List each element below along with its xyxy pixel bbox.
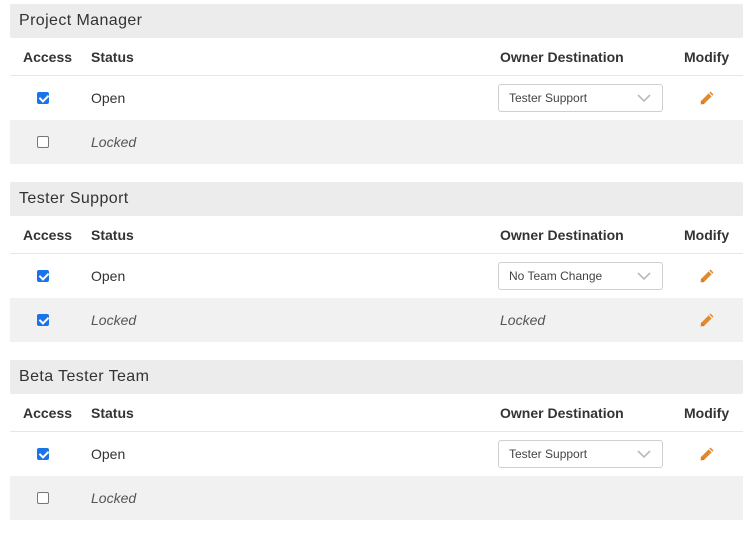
status-text: Locked (91, 134, 137, 150)
access-checkbox[interactable] (37, 92, 49, 104)
owner-destination-select[interactable]: No Team Change (498, 262, 663, 290)
section-beta-tester-team: Beta Tester Team Access Status Owner Des… (10, 360, 743, 520)
access-checkbox[interactable] (37, 314, 49, 326)
access-column-header: Access (23, 404, 73, 421)
status-text: Locked (91, 490, 137, 506)
access-checkbox[interactable] (37, 270, 49, 282)
owner-destination-value: No Team Change (509, 269, 603, 283)
table-header: Access Status Owner Destination Modify (10, 394, 743, 432)
owner-destination-select[interactable]: Tester Support (498, 440, 663, 468)
status-column-header: Status (91, 404, 134, 421)
pencil-icon[interactable] (699, 446, 715, 462)
pencil-icon[interactable] (699, 312, 715, 328)
owner-destination-column-header: Owner Destination (500, 226, 624, 243)
chevron-down-icon (637, 272, 651, 281)
owner-destination-text: Locked (500, 312, 546, 328)
table-row: Locked Locked (10, 298, 743, 342)
table-row: Open No Team Change (10, 254, 743, 298)
section-tester-support: Tester Support Access Status Owner Desti… (10, 182, 743, 342)
section-title: Project Manager (10, 4, 743, 38)
status-text: Open (91, 90, 126, 106)
owner-destination-value: Tester Support (509, 91, 588, 105)
section-project-manager: Project Manager Access Status Owner Dest… (10, 4, 743, 164)
section-title: Tester Support (10, 182, 743, 216)
owner-destination-column-header: Owner Destination (500, 48, 624, 65)
chevron-down-icon (637, 450, 651, 459)
status-column-header: Status (91, 48, 134, 65)
access-column-header: Access (23, 226, 73, 243)
access-checkbox[interactable] (37, 448, 49, 460)
table-row: Open Tester Support (10, 432, 743, 476)
owner-destination-column-header: Owner Destination (500, 404, 624, 421)
modify-column-header: Modify (684, 48, 730, 65)
owner-destination-select[interactable]: Tester Support (498, 84, 663, 112)
access-checkbox[interactable] (37, 492, 49, 504)
table-row: Open Tester Support (10, 76, 743, 120)
modify-column-header: Modify (684, 226, 730, 243)
pencil-icon[interactable] (699, 268, 715, 284)
table-row: Locked (10, 120, 743, 164)
table-row: Locked (10, 476, 743, 520)
modify-column-header: Modify (684, 404, 730, 421)
owner-destination-value: Tester Support (509, 447, 588, 461)
section-title: Beta Tester Team (10, 360, 743, 394)
status-column-header: Status (91, 226, 134, 243)
chevron-down-icon (637, 94, 651, 103)
access-column-header: Access (23, 48, 73, 65)
access-checkbox[interactable] (37, 136, 49, 148)
status-text: Locked (91, 312, 137, 328)
status-text: Open (91, 268, 126, 284)
table-header: Access Status Owner Destination Modify (10, 216, 743, 254)
pencil-icon[interactable] (699, 90, 715, 106)
table-header: Access Status Owner Destination Modify (10, 38, 743, 76)
status-text: Open (91, 446, 126, 462)
